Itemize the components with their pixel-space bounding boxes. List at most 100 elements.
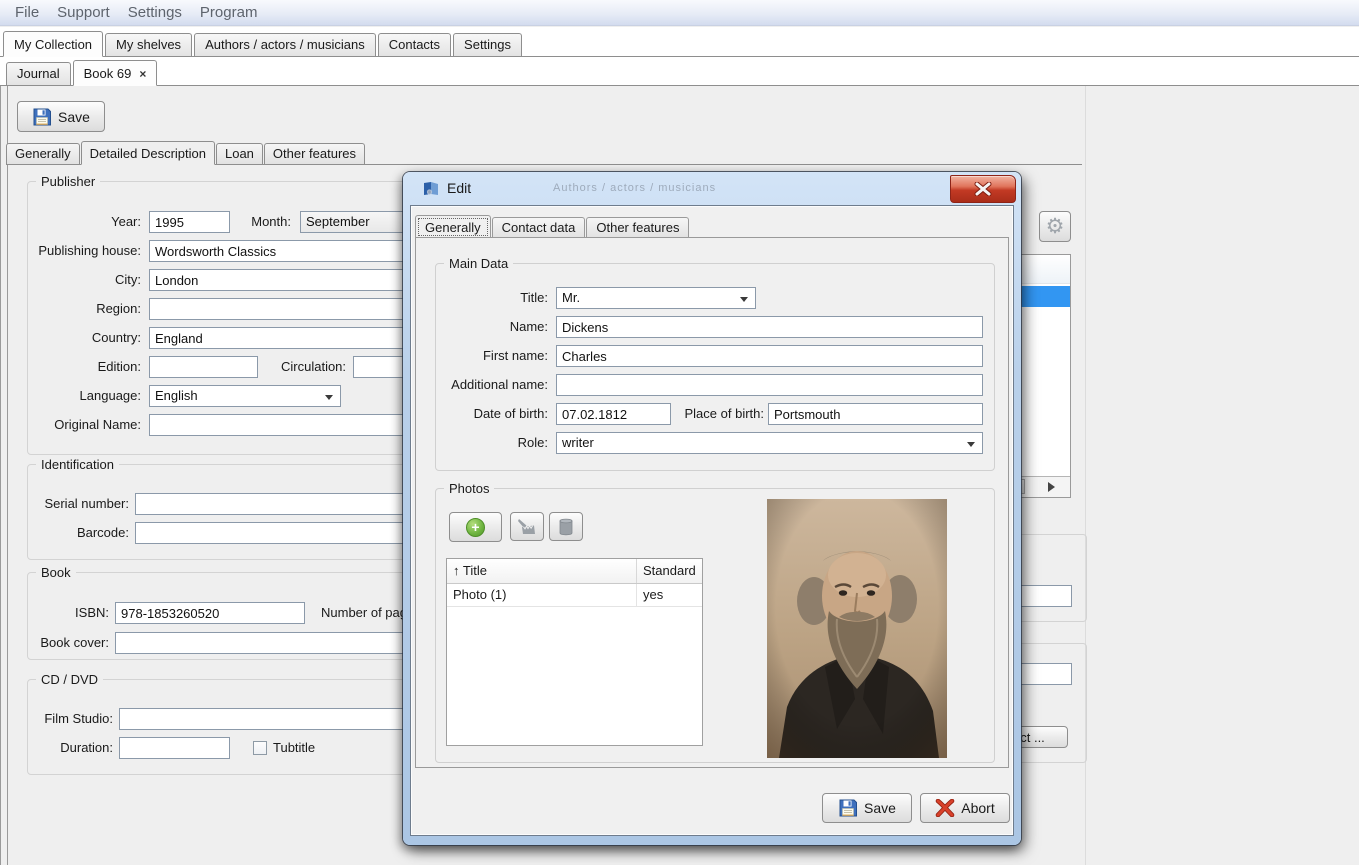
dialog-abort-label: Abort [961, 800, 994, 816]
subtitle-checkbox[interactable] [253, 741, 267, 755]
name-label: Name: [438, 316, 548, 338]
form-tab-generally[interactable]: Generally [6, 143, 80, 164]
place-of-birth-label: Place of birth: [676, 403, 764, 425]
menu-file[interactable]: File [6, 2, 48, 23]
place-of-birth-input[interactable] [768, 403, 983, 425]
chevron-down-icon [740, 297, 748, 306]
title-label: Title: [438, 287, 548, 309]
add-plus-icon: + [466, 518, 485, 537]
dialog-save-button[interactable]: Save [822, 793, 912, 823]
menu-bar: File Support Settings Program [0, 0, 1359, 26]
barcode-label: Barcode: [31, 522, 129, 544]
edition-label: Edition: [31, 356, 141, 378]
chevron-down-icon [325, 395, 333, 404]
left-splitter[interactable] [0, 86, 8, 865]
dialog-title: Edit [447, 180, 471, 196]
number-of-pages-label: Number of pag [321, 602, 405, 624]
title-combo-value: Mr. [562, 290, 580, 305]
gear-icon: ⚙ [1046, 216, 1065, 237]
photos-group-title: Photos [444, 481, 494, 496]
role-combo-value: writer [562, 435, 594, 450]
menu-support[interactable]: Support [48, 2, 119, 23]
main-data-group-title: Main Data [444, 256, 513, 271]
dialog-body: Generally Contact data Other features Ma… [410, 205, 1014, 836]
form-tab-strip: Generally Detailed Description Loan Othe… [6, 141, 1082, 165]
language-combo-value: English [155, 388, 198, 403]
dialog-abort-button[interactable]: Abort [920, 793, 1010, 823]
photo-title-cell: Photo (1) [447, 584, 637, 606]
add-photo-button[interactable]: + [449, 512, 502, 542]
additional-name-input[interactable] [556, 374, 983, 396]
main-data-group: Main Data Title: Mr. Name: First name: A… [435, 263, 995, 471]
menu-program[interactable]: Program [191, 2, 267, 23]
photos-table-header-title[interactable]: ↑ Title [447, 559, 637, 583]
delete-photo-button[interactable] [549, 512, 583, 541]
additional-name-label: Additional name: [438, 374, 548, 396]
close-icon [974, 182, 992, 196]
role-label: Role: [438, 432, 548, 454]
form-tab-loan[interactable]: Loan [216, 143, 263, 164]
scroll-right-icon[interactable] [1048, 482, 1060, 492]
name-input[interactable] [556, 316, 983, 338]
photos-table-header: ↑ Title Standard [447, 559, 702, 584]
original-name-label: Original Name: [31, 414, 141, 436]
date-of-birth-input[interactable] [556, 403, 671, 425]
serial-number-label: Serial number: [31, 493, 129, 515]
tab-journal[interactable]: Journal [6, 62, 71, 85]
date-of-birth-label: Date of birth: [438, 403, 548, 425]
table-row[interactable]: Photo (1) yes [447, 584, 702, 607]
list-settings-button[interactable]: ⚙ [1039, 211, 1071, 242]
film-studio-label: Film Studio: [29, 708, 113, 730]
tab-my-shelves[interactable]: My shelves [105, 33, 192, 56]
year-input[interactable] [149, 211, 230, 233]
tab-contacts[interactable]: Contacts [378, 33, 451, 56]
month-label: Month: [238, 211, 291, 233]
dialog-tab-strip: Generally Contact data Other features [415, 215, 690, 238]
photos-table-header-standard[interactable]: Standard [637, 559, 702, 583]
charles-dickens-photo [767, 499, 947, 758]
dialog-save-label: Save [864, 800, 896, 816]
tab-book-69-label: Book 69 [84, 66, 132, 81]
duration-label: Duration: [29, 737, 113, 759]
form-tab-other-features[interactable]: Other features [264, 143, 365, 164]
save-button[interactable]: Save [17, 101, 105, 132]
tab-close-icon[interactable]: × [139, 67, 146, 81]
photo-standard-cell: yes [637, 584, 702, 606]
isbn-input[interactable] [115, 602, 305, 624]
book-cover-label: Book cover: [29, 632, 109, 654]
circulation-label: Circulation: [281, 356, 346, 378]
tab-book-69[interactable]: Book 69 × [73, 60, 158, 86]
app-window: File Support Settings Program My Collect… [0, 0, 1359, 865]
dialog-tab-contact-data[interactable]: Contact data [492, 217, 586, 238]
ghost-window-text: Authors / actors / musicians [553, 182, 716, 194]
dialog-title-bar[interactable]: Edit Authors / actors / musicians [403, 172, 1021, 205]
publisher-group-title: Publisher [36, 174, 100, 189]
app-logo-icon [423, 181, 440, 197]
tab-my-collection[interactable]: My Collection [3, 31, 103, 57]
menu-settings[interactable]: Settings [119, 2, 191, 23]
edit-dialog: Edit Authors / actors / musicians Genera… [403, 172, 1021, 845]
dialog-close-button[interactable] [950, 175, 1016, 203]
photos-table[interactable]: ↑ Title Standard Photo (1) yes [446, 558, 703, 746]
import-photo-button[interactable] [510, 512, 544, 541]
language-combo[interactable]: English [149, 385, 341, 407]
form-tab-detailed-description[interactable]: Detailed Description [81, 141, 215, 165]
first-name-input[interactable] [556, 345, 983, 367]
floppy-icon [32, 107, 52, 127]
dialog-tab-generally[interactable]: Generally [415, 215, 491, 239]
document-tab-strip: Journal Book 69 × [0, 57, 1359, 86]
save-button-label: Save [58, 109, 90, 125]
region-label: Region: [31, 298, 141, 320]
month-combo-value: September [306, 214, 370, 229]
year-label: Year: [31, 211, 141, 233]
title-combo[interactable]: Mr. [556, 287, 756, 309]
tab-settings[interactable]: Settings [453, 33, 522, 56]
tab-authors-actors-musicians[interactable]: Authors / actors / musicians [194, 33, 376, 56]
duration-input[interactable] [119, 737, 230, 759]
dialog-tab-other-features[interactable]: Other features [586, 217, 689, 238]
photos-group: Photos + ↑ Title Sta [435, 488, 995, 763]
chevron-down-icon [967, 442, 975, 451]
edition-input[interactable] [149, 356, 258, 378]
role-combo[interactable]: writer [556, 432, 983, 454]
main-tab-strip: My Collection My shelves Authors / actor… [0, 27, 1359, 57]
